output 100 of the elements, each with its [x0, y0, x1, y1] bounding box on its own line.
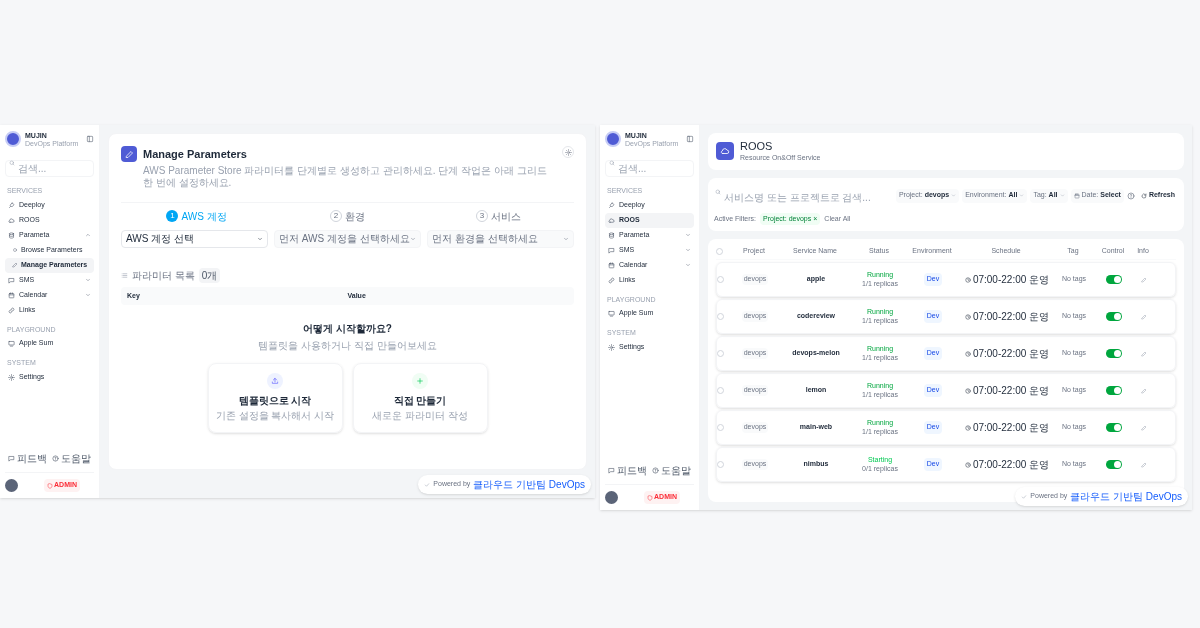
monitor-icon: [8, 340, 15, 347]
database-icon: [608, 231, 615, 239]
option-card[interactable]: 템플릿으로 시작 기존 설정을 복사해서 시작: [207, 363, 343, 433]
chevron-up-icon: [85, 232, 91, 238]
option-card[interactable]: 직접 만들기 새로운 파라미터 작성: [352, 363, 488, 433]
gear-icon: [608, 343, 615, 351]
calendar-icon: [8, 291, 15, 299]
monitor-icon: [608, 310, 615, 317]
team-name: 클라우드 기반팀 DevOps: [473, 478, 585, 492]
refresh-icon: [1140, 192, 1147, 199]
edit-icon: [1141, 276, 1147, 283]
chevron-down-icon: [85, 292, 91, 298]
footer-link[interactable]: 도움말: [652, 463, 692, 478]
caret-icon: [1019, 193, 1025, 198]
help-icon: [52, 455, 60, 462]
chat-icon: [608, 246, 615, 254]
edit-button[interactable]: [1141, 276, 1147, 283]
check-icon: [424, 481, 431, 488]
page-title: Manage Parameters: [143, 147, 248, 162]
chat-icon: [7, 455, 15, 462]
section-title: 파라미터 목록: [132, 268, 195, 283]
logo-icon: [5, 131, 21, 147]
avatar-icon: [605, 491, 618, 504]
team-name: 클라우드 기반팀 DevOps: [1070, 490, 1182, 504]
sidebar-toggle-icon: [86, 135, 94, 143]
clock-icon: [964, 350, 971, 357]
rocket-icon: [8, 201, 15, 209]
footer-link[interactable]: 피드백: [7, 451, 47, 466]
edit-button[interactable]: [1141, 387, 1147, 394]
edit-icon: [1141, 387, 1147, 394]
search-field[interactable]: 검색...: [605, 160, 694, 177]
clock-icon: [964, 461, 971, 468]
help-button[interactable]: [1126, 191, 1135, 200]
edit-button[interactable]: [1141, 313, 1147, 320]
schedule-text: 07:00-22:00 운영: [964, 309, 1050, 324]
sidebar-toggle-icon: [686, 135, 694, 143]
list-icon: [121, 271, 128, 279]
circle-icon: [12, 247, 18, 253]
help-icon: [1126, 191, 1135, 200]
clock-icon: [964, 387, 971, 394]
footer-link[interactable]: 피드백: [607, 463, 647, 478]
toggle-switch[interactable]: [1106, 460, 1122, 469]
select-field[interactable]: AWS 계정 선택: [121, 229, 268, 248]
toggle-switch[interactable]: [1106, 275, 1122, 284]
toggle-switch[interactable]: [1106, 423, 1122, 432]
settings-icon: [564, 148, 572, 156]
rocket-icon: [608, 201, 615, 209]
upload-glyph-icon: [271, 377, 279, 385]
toggle-switch[interactable]: [1106, 312, 1122, 321]
toggle-switch[interactable]: [1106, 349, 1122, 358]
shield-icon: [647, 494, 654, 501]
step-indicator: 3 서비스: [423, 208, 574, 224]
search-icon: [9, 160, 15, 166]
toggle-switch[interactable]: [1106, 386, 1122, 395]
link-icon: [8, 306, 15, 314]
caret-icon: [257, 235, 263, 242]
search-icon: [609, 160, 615, 166]
edit-icon: [12, 262, 18, 268]
empty-subtitle: 템플릿을 사용하거나 직접 만들어보세요: [258, 339, 437, 353]
count-badge: 0개: [198, 267, 221, 283]
schedule-text: 07:00-22:00 운영: [964, 420, 1050, 435]
search-field[interactable]: 서비스명 또는 프로젝트로 검색...: [714, 189, 893, 205]
chevron-down-icon: [685, 247, 691, 253]
cloud-icon: [8, 216, 15, 224]
schedule-text: 07:00-22:00 운영: [964, 346, 1050, 361]
shield-icon: [47, 482, 54, 489]
chat-icon: [8, 276, 15, 284]
caret-icon: [951, 193, 957, 198]
step-indicator: 1 AWS 계정: [121, 208, 272, 224]
edit-icon: [1141, 313, 1147, 320]
schedule-text: 07:00-22:00 운영: [964, 272, 1050, 287]
edit-button[interactable]: [1141, 424, 1147, 431]
help-icon: [652, 467, 660, 474]
edit-icon: [1141, 350, 1147, 357]
avatar-icon: [5, 479, 18, 492]
schedule-text: 07:00-22:00 운영: [964, 457, 1050, 472]
settings-button[interactable]: [562, 146, 574, 158]
collapse-sidebar-button[interactable]: [686, 135, 694, 143]
chevron-down-icon: [685, 262, 691, 268]
caret-icon: [563, 235, 569, 242]
search-icon: [715, 188, 721, 195]
footer-link[interactable]: 도움말: [52, 451, 92, 466]
clock-icon: [964, 276, 971, 283]
edit-icon: [1141, 461, 1147, 468]
empty-title: 어떻게 시작할까요?: [303, 322, 392, 336]
clock-icon: [964, 424, 971, 431]
check-icon: [1021, 493, 1028, 500]
calendar-icon: [1073, 192, 1080, 199]
caret-icon: [410, 235, 416, 242]
edit-button[interactable]: [1141, 350, 1147, 357]
link-icon: [608, 276, 615, 284]
clock-icon: [964, 313, 971, 320]
schedule-text: 07:00-22:00 운영: [964, 383, 1050, 398]
chat-icon: [607, 467, 615, 474]
plus-glyph-icon: [416, 377, 424, 385]
collapse-sidebar-button[interactable]: [86, 135, 94, 143]
edit-button[interactable]: [1141, 461, 1147, 468]
gear-icon: [8, 373, 15, 381]
logo-icon: [605, 131, 621, 147]
search-field[interactable]: 검색...: [5, 160, 94, 177]
